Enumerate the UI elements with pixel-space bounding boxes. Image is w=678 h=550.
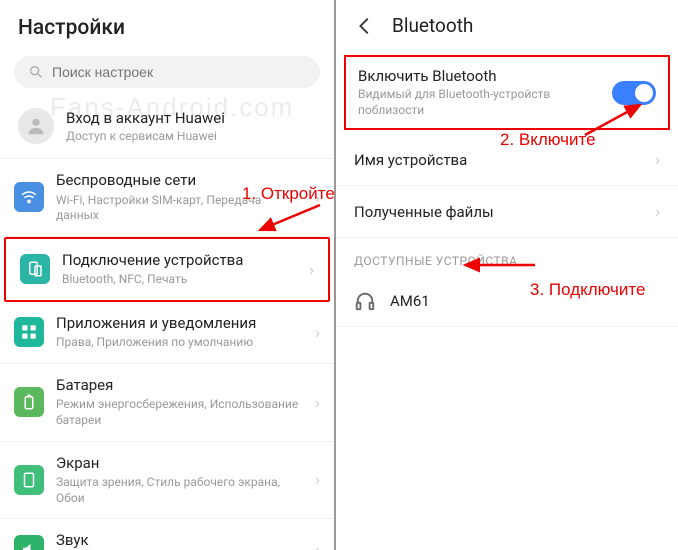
avatar [18,108,54,144]
chevron-right-icon: › [655,202,660,221]
device-row[interactable]: AM61 [336,276,678,327]
battery-icon [14,387,44,417]
device-icon [20,254,50,284]
chevron-right-icon: › [315,540,320,550]
search-input[interactable] [52,64,306,80]
sound-icon [14,535,44,550]
item-device-connection[interactable]: Подключение устройства Bluetooth, NFC, П… [4,237,330,302]
item-title: Звук [56,531,303,550]
item-title: Экран [56,454,303,474]
item-title: Батарея [56,376,303,396]
item-battery[interactable]: Батарея Режим энергосбережения, Использо… [0,364,334,442]
screen-icon [14,465,44,495]
settings-panel: Настройки Вход в аккаунт Huawei Доступ к… [0,0,336,550]
search-box[interactable] [14,56,320,88]
account-sub: Доступ к сервисам Huawei [66,129,225,143]
item-sound[interactable]: Звук Не беспокоить, Мелодия вызова, Вибр… [0,519,334,550]
item-apps[interactable]: Приложения и уведомления Права, Приложен… [0,302,334,364]
received-files-label: Полученные файлы [354,203,655,221]
device-name: AM61 [390,292,430,310]
chevron-right-icon: › [309,260,314,279]
item-sub: Wi-Fi, Настройки SIM-карт, Передача данн… [56,193,303,224]
device-name-label: Имя устройства [354,151,655,169]
chevron-right-icon: › [315,393,320,412]
item-title: Беспроводные сети [56,171,303,191]
item-sub: Права, Приложения по умолчанию [56,335,303,351]
settings-title: Настройки [18,16,316,40]
bt-enable-row[interactable]: Включить Bluetooth Видимый для Bluetooth… [344,55,670,130]
received-files-row[interactable]: Полученные файлы › [336,186,678,238]
bt-header: Bluetooth [336,0,678,51]
chevron-right-icon: › [315,323,320,342]
chevron-right-icon: › [315,188,320,207]
chevron-right-icon: › [655,150,660,169]
bt-title: Bluetooth [392,14,473,37]
account-title: Вход в аккаунт Huawei [66,109,225,127]
item-wireless[interactable]: Беспроводные сети Wi-Fi, Настройки SIM-к… [0,159,334,237]
wifi-icon [14,182,44,212]
chevron-right-icon: › [315,470,320,489]
settings-header: Настройки [0,0,334,52]
item-sub: Режим энергосбережения, Использование ба… [56,397,303,428]
available-devices-header: ДОСТУПНЫЕ УСТРОЙСТВА [336,238,678,276]
bt-enable-sub: Видимый для Bluetooth-устройств поблизос… [358,87,602,118]
apps-icon [14,317,44,347]
back-arrow-icon[interactable] [354,15,376,37]
item-title: Приложения и уведомления [56,314,303,334]
item-sub: Bluetooth, NFC, Печать [62,272,297,288]
person-icon [25,115,47,137]
headphones-icon [354,290,376,312]
bluetooth-panel: Bluetooth Включить Bluetooth Видимый для… [336,0,678,550]
search-icon [28,64,44,80]
bt-enable-title: Включить Bluetooth [358,67,602,85]
account-row[interactable]: Вход в аккаунт Huawei Доступ к сервисам … [0,100,334,159]
item-title: Подключение устройства [62,251,297,271]
bt-toggle-switch[interactable] [612,81,656,105]
device-name-row[interactable]: Имя устройства › [336,134,678,186]
item-sub: Защита зрения, Стиль рабочего экрана, Об… [56,475,303,506]
item-screen[interactable]: Экран Защита зрения, Стиль рабочего экра… [0,442,334,520]
